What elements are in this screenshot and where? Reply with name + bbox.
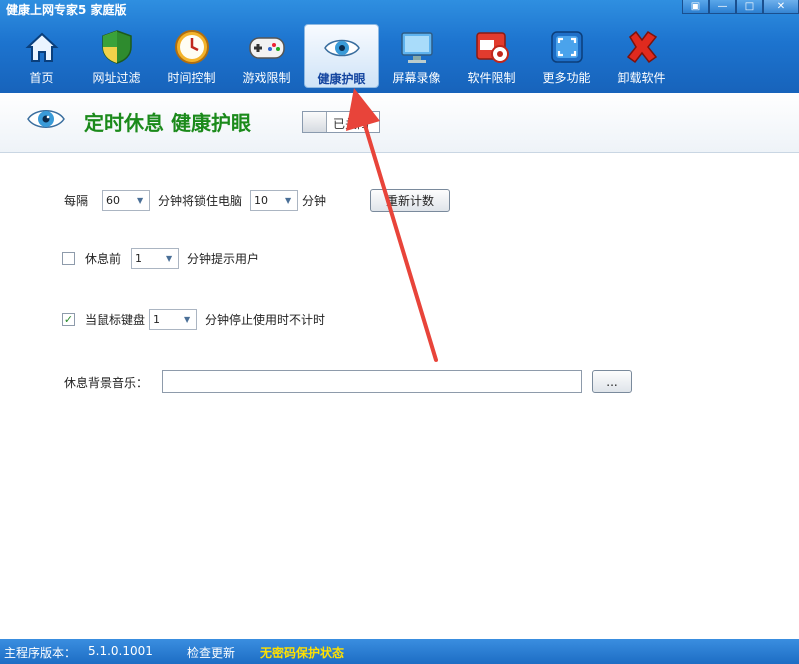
remind-label: 分钟提示用户 <box>187 252 260 266</box>
home-icon <box>23 29 61 65</box>
nav-item-uninstall[interactable]: 卸载软件 <box>604 24 679 88</box>
window-title: 健康上网专家5 家庭版 <box>6 3 127 17</box>
shield-icon <box>98 29 136 65</box>
interval-value: 60 <box>106 194 121 207</box>
close-button[interactable]: ✕ <box>763 0 799 14</box>
chevron-down-icon[interactable]: ▼ <box>162 251 176 266</box>
nav-label: 更多功能 <box>542 71 591 85</box>
every-label: 每隔 <box>64 194 89 208</box>
idle-suffix-label: 分钟停止使用时不计时 <box>205 313 326 327</box>
version-value: 5.1.0.1001 <box>88 644 153 658</box>
lock-label: 分钟将锁住电脑 <box>158 194 243 208</box>
nav-label: 时间控制 <box>167 71 216 85</box>
nav-label: 卸载软件 <box>617 71 666 85</box>
idle-checkbox[interactable]: ✓ <box>62 313 75 326</box>
reset-count-button[interactable]: 重新计数 <box>370 189 451 212</box>
nav-item-more-features[interactable]: 更多功能 <box>529 24 604 88</box>
before-rest-row: 休息前 1 ▼ 分钟提示用户 <box>62 248 259 269</box>
interval-select[interactable]: 60 ▼ <box>102 190 151 211</box>
lock-duration-value: 10 <box>254 194 269 207</box>
eye-icon <box>323 30 361 66</box>
page-title: 定时休息 健康护眼 <box>84 111 251 135</box>
music-path-input[interactable] <box>162 370 582 393</box>
main-nav: 首页 网址过滤 时间控制 游戏限制 健康护眼 屏幕录像 软件限制 更多功能 卸载… <box>4 24 679 88</box>
nav-item-game-limit[interactable]: 游戏限制 <box>229 24 304 88</box>
chevron-down-icon[interactable]: ▼ <box>180 312 194 327</box>
idle-select[interactable]: 1 ▼ <box>149 309 198 330</box>
before-rest-label: 休息前 <box>85 252 122 266</box>
status-bar: 主程序版本： 5.1.0.1001 检查更新 无密码保护状态 <box>0 639 799 664</box>
nav-item-url-filter[interactable]: 网址过滤 <box>79 24 154 88</box>
nav-label: 游戏限制 <box>242 71 291 85</box>
before-rest-value: 1 <box>135 252 143 265</box>
before-rest-select[interactable]: 1 ▼ <box>131 248 180 269</box>
version-label: 主程序版本： <box>4 646 77 660</box>
nav-item-eye-care[interactable]: 健康护眼 <box>304 24 379 88</box>
check-icon: ✓ <box>63 313 74 326</box>
music-row: 休息背景音乐： <box>64 374 148 391</box>
nav-label: 网址过滤 <box>92 71 141 85</box>
nav-item-home[interactable]: 首页 <box>4 24 79 88</box>
nav-label: 健康护眼 <box>317 72 366 86</box>
monitor-icon <box>398 29 436 65</box>
chevron-down-icon[interactable]: ▼ <box>281 193 295 208</box>
maximize-button[interactable]: □ <box>736 0 763 14</box>
window-controls: ▣ — □ ✕ <box>682 0 799 14</box>
nav-label: 软件限制 <box>467 71 516 85</box>
minimize-button[interactable]: — <box>709 0 736 14</box>
toggle-knob[interactable] <box>303 112 327 132</box>
interval-row: 每隔 60 ▼ 分钟将锁住电脑 10 ▼ 分钟 重新计数 <box>64 189 451 212</box>
idle-label: 当鼠标键盘 <box>85 313 146 327</box>
uninstall-icon <box>623 29 661 65</box>
clock-icon <box>173 29 211 65</box>
idle-row: ✓ 当鼠标键盘 1 ▼ 分钟停止使用时不计时 <box>62 309 325 330</box>
minutes-label: 分钟 <box>302 194 327 208</box>
nav-item-software-limit[interactable]: 软件限制 <box>454 24 529 88</box>
gamepad-icon <box>248 29 286 65</box>
nav-label: 屏幕录像 <box>392 71 441 85</box>
toggle-label: 已关闭 <box>333 117 370 131</box>
more-icon <box>548 29 586 65</box>
before-rest-checkbox[interactable] <box>62 252 75 265</box>
window-menu-button[interactable]: ▣ <box>682 0 709 14</box>
page-header: 定时休息 健康护眼 已关闭 <box>0 93 799 153</box>
music-label: 休息背景音乐： <box>64 376 149 390</box>
software-icon <box>473 29 511 65</box>
browse-button[interactable]: ... <box>592 370 632 393</box>
check-update-link[interactable]: 检查更新 <box>187 644 235 661</box>
idle-value: 1 <box>153 313 161 326</box>
feature-toggle[interactable]: 已关闭 <box>302 111 380 133</box>
protection-status: 无密码保护状态 <box>260 646 345 660</box>
nav-label: 首页 <box>29 71 54 85</box>
eye-icon <box>26 105 66 136</box>
chevron-down-icon[interactable]: ▼ <box>133 193 147 208</box>
nav-item-time-control[interactable]: 时间控制 <box>154 24 229 88</box>
lock-duration-select[interactable]: 10 ▼ <box>250 190 299 211</box>
top-toolbar: 健康上网专家5 家庭版 ▣ — □ ✕ 首页 网址过滤 时间控制 游戏限制 健康… <box>0 0 799 93</box>
nav-item-screen-record[interactable]: 屏幕录像 <box>379 24 454 88</box>
